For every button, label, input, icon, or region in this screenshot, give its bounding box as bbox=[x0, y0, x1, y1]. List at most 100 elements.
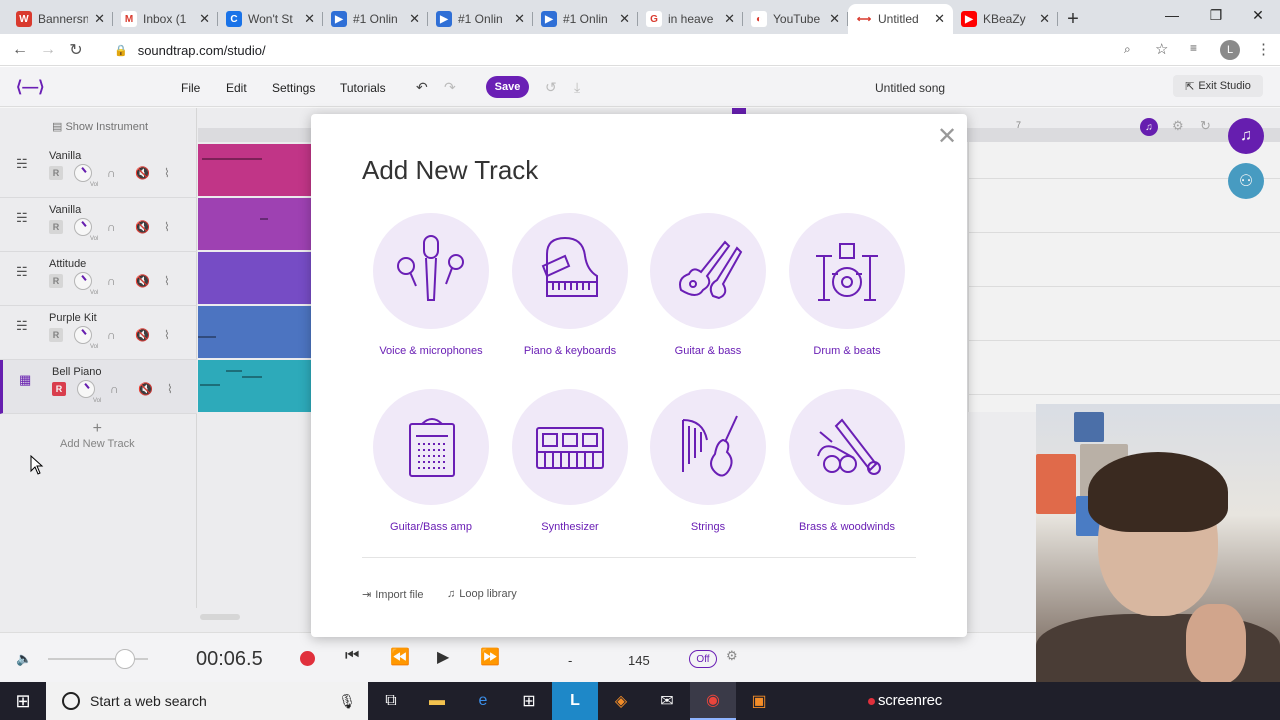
download-icon[interactable]: ⤓ bbox=[574, 79, 580, 96]
browser-tab[interactable]: M Inbox (1 ✕ bbox=[113, 4, 218, 34]
tab-favicon-icon: M bbox=[121, 11, 137, 27]
star-icon[interactable]: ☆ bbox=[1155, 40, 1168, 58]
new-tab-icon[interactable]: + bbox=[1058, 4, 1088, 34]
time-display: 00:06.5 bbox=[196, 648, 263, 670]
import-file-link[interactable]: ⇥ Import file bbox=[362, 588, 424, 602]
category-guitar[interactable]: Guitar & bass bbox=[638, 213, 778, 373]
studio-header: ⟨—⟩ File Edit Settings Tutorials ↶ ↷ Sav… bbox=[0, 67, 1280, 107]
category-label: Guitar & bass bbox=[674, 345, 742, 357]
media-icon[interactable]: ≡ bbox=[1190, 41, 1197, 55]
category-label: Drum & beats bbox=[813, 345, 881, 357]
menu-edit[interactable]: Edit bbox=[226, 81, 247, 95]
song-title[interactable]: Untitled song bbox=[875, 81, 945, 95]
category-voice[interactable]: Voice & microphones bbox=[361, 213, 501, 373]
windows-start-icon[interactable]: ⊞ bbox=[0, 682, 46, 720]
url-text: soundtrap.com/studio/ bbox=[137, 42, 266, 58]
windows-taskbar: ⊞ Start a web search 🎙 ⧉ ▬ e ⊞ L ◈ ✉ ◉ ▣ bbox=[0, 682, 1280, 720]
forward-icon[interactable]: → bbox=[34, 36, 62, 64]
add-new-track-dialog: Add New Track ✕ Voice & microphones Pian… bbox=[311, 114, 967, 637]
save-button[interactable]: Save bbox=[486, 76, 529, 98]
minimize-icon[interactable]: — bbox=[1150, 0, 1194, 30]
browser-tab[interactable]: ▶ #1 Onlin ✕ bbox=[323, 4, 428, 34]
profile-avatar[interactable]: L bbox=[1220, 40, 1240, 60]
reload-icon[interactable]: ↻ bbox=[62, 36, 90, 64]
category-brass[interactable]: Brass & woodwinds bbox=[777, 389, 917, 549]
tempo-display[interactable]: 145 bbox=[628, 653, 650, 668]
metronome-settings-icon[interactable]: ⚙ bbox=[726, 648, 738, 664]
zoom-icon[interactable]: ⌕ bbox=[1124, 42, 1131, 57]
harp-violin-icon bbox=[650, 389, 766, 505]
redo-icon[interactable]: ↷ bbox=[444, 79, 456, 96]
tab-close-icon[interactable]: ✕ bbox=[304, 11, 315, 27]
tab-close-icon[interactable]: ✕ bbox=[619, 11, 630, 27]
edge-icon[interactable]: e bbox=[460, 682, 506, 720]
category-amp[interactable]: Guitar/Bass amp bbox=[361, 389, 501, 549]
browser-tab[interactable]: ⟷ Untitled ✕ bbox=[848, 4, 953, 34]
tab-close-icon[interactable]: ✕ bbox=[1039, 11, 1050, 27]
skip-back-icon[interactable]: ⏮ bbox=[345, 647, 359, 665]
menu-tutorials[interactable]: Tutorials bbox=[340, 81, 386, 95]
loop-library-link[interactable]: ♫ Loop library bbox=[447, 588, 517, 600]
taskbar-search[interactable]: Start a web search 🎙 bbox=[46, 682, 368, 720]
soundtrap-logo-icon[interactable]: ⟨—⟩ bbox=[16, 77, 44, 97]
address-bar[interactable]: 🔒 soundtrap.com/studio/ bbox=[102, 36, 1182, 64]
tab-close-icon[interactable]: ✕ bbox=[514, 11, 525, 27]
maximize-icon[interactable]: ❐ bbox=[1194, 0, 1238, 30]
browser-tab[interactable]: ▶ KBeaZy ✕ bbox=[953, 4, 1058, 34]
browser-tab[interactable]: W Bannersn ✕ bbox=[8, 4, 113, 34]
app-presentation-icon[interactable]: ▣ bbox=[736, 682, 782, 720]
browser-tab[interactable]: Gin heave ✕ bbox=[638, 4, 743, 34]
tab-close-icon[interactable]: ✕ bbox=[94, 11, 105, 27]
tab-title: Bannersn bbox=[38, 12, 89, 26]
master-volume-thumb[interactable] bbox=[115, 649, 135, 669]
category-label: Synthesizer bbox=[541, 521, 599, 533]
rewind-icon[interactable]: ⏪ bbox=[390, 647, 410, 667]
chrome-icon[interactable]: ◉ bbox=[690, 682, 736, 720]
category-label: Strings bbox=[690, 521, 726, 533]
exit-studio-button[interactable]: ⇱ Exit Studio bbox=[1173, 75, 1263, 97]
menu-settings[interactable]: Settings bbox=[272, 81, 315, 95]
play-icon[interactable]: ▶ bbox=[437, 647, 449, 667]
mouse-cursor-icon bbox=[30, 455, 44, 475]
mail-icon[interactable]: ✉ bbox=[644, 682, 690, 720]
tab-favicon-icon: ▶ bbox=[436, 11, 452, 27]
metronome-toggle[interactable]: Off bbox=[689, 650, 717, 668]
file-explorer-icon[interactable]: ▬ bbox=[414, 682, 460, 720]
browser-tab[interactable]: ▶ #1 Onlin ✕ bbox=[428, 4, 533, 34]
person-hand bbox=[1186, 604, 1246, 682]
category-label: Guitar/Bass amp bbox=[390, 521, 472, 533]
task-view-icon[interactable]: ⧉ bbox=[368, 682, 414, 720]
category-synth[interactable]: Synthesizer bbox=[500, 389, 640, 549]
undo-icon[interactable]: ↶ bbox=[416, 79, 428, 96]
menu-file[interactable]: File bbox=[181, 81, 200, 95]
category-piano[interactable]: Piano & keyboards bbox=[500, 213, 640, 373]
browser-tab[interactable]: ▶ #1 Onlin ✕ bbox=[533, 4, 638, 34]
person-hair bbox=[1088, 452, 1228, 532]
tab-close-icon[interactable]: ✕ bbox=[409, 11, 420, 27]
store-icon[interactable]: ⊞ bbox=[506, 682, 552, 720]
browser-tab[interactable]: ◐ YouTube ✕ bbox=[743, 4, 848, 34]
browser-tab[interactable]: C Won't St ✕ bbox=[218, 4, 323, 34]
app-orange-icon[interactable]: ◈ bbox=[598, 682, 644, 720]
category-strings[interactable]: Strings bbox=[638, 389, 778, 549]
tab-close-icon[interactable]: ✕ bbox=[829, 11, 840, 27]
exit-icon: ⇱ bbox=[1185, 80, 1195, 93]
record-button[interactable] bbox=[300, 651, 315, 666]
category-drums[interactable]: Drum & beats bbox=[777, 213, 917, 373]
tab-favicon-icon: W bbox=[16, 11, 32, 27]
tab-close-icon[interactable]: ✕ bbox=[199, 11, 210, 27]
app-l-icon[interactable]: L bbox=[552, 682, 598, 720]
speaker-icon[interactable]: 🔈 bbox=[16, 651, 32, 667]
loop-library-label: Loop library bbox=[459, 588, 517, 600]
tab-close-icon[interactable]: ✕ bbox=[934, 11, 945, 27]
microphone-small-icon[interactable]: 🎙 bbox=[338, 693, 356, 710]
close-icon[interactable]: ✕ bbox=[937, 122, 957, 151]
tab-close-icon[interactable]: ✕ bbox=[724, 11, 735, 27]
more-icon[interactable]: ⋮ bbox=[1256, 40, 1271, 58]
fast-forward-icon[interactable]: ⏩ bbox=[480, 647, 500, 667]
key-display[interactable]: - bbox=[568, 653, 572, 668]
close-window-icon[interactable]: ✕ bbox=[1236, 0, 1280, 30]
history-icon[interactable]: ↺ bbox=[545, 79, 557, 96]
drum-kit-icon bbox=[789, 213, 905, 329]
back-icon[interactable]: ← bbox=[6, 36, 34, 64]
